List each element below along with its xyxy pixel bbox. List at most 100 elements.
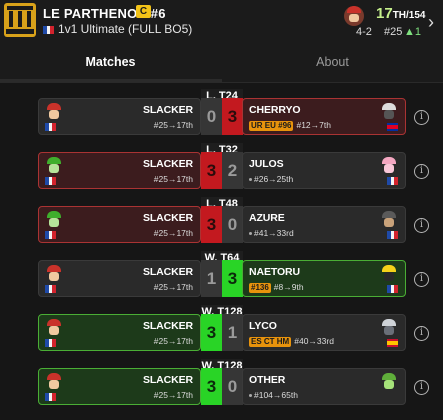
tab-matches[interactable]: Matches	[0, 44, 221, 82]
character-icon-mario	[45, 373, 63, 391]
info-icon[interactable]: i	[414, 272, 429, 287]
opponent-seed-line: UR EU #96 #12→7th	[249, 120, 331, 131]
seed-change: ▲1	[404, 26, 422, 38]
character-icon-mario	[45, 103, 63, 121]
character-icon-cloud	[380, 319, 398, 337]
player-name: SLACKER	[142, 158, 193, 170]
player-score: 3	[201, 368, 222, 405]
player-card: SLACKER #25→17th	[38, 260, 201, 297]
tournament-header: LE PARTHENON #6 C 1v1 Ultimate (FULL BO5…	[0, 0, 443, 44]
france-flag-icon	[45, 177, 57, 185]
opponent-score: 0	[222, 368, 243, 405]
france-flag-icon	[45, 393, 57, 401]
player-card: SLACKER #25→17th	[38, 368, 201, 405]
player-seed-line: #25→17th	[153, 282, 193, 292]
win-loss-record: 4-2	[356, 26, 372, 38]
player-name: SLACKER	[142, 266, 193, 278]
player-score: 0	[201, 98, 222, 135]
player-name: SLACKER	[142, 212, 193, 224]
info-icon[interactable]: i	[414, 164, 429, 179]
player-name: SLACKER	[142, 320, 193, 332]
player-card: SLACKER #25→17th	[38, 206, 201, 243]
player-name: SLACKER	[142, 374, 193, 386]
player-seed-line: #25→17th	[153, 390, 193, 400]
match-row[interactable]: W. T128 SLACKER #25→17th 3 0 OTHER #104→…	[0, 359, 443, 409]
match-row[interactable]: L. T48 SLACKER #25→17th 3 0 AZURE #41→33…	[0, 197, 443, 247]
opponent-seed-line: #136 #8→9th	[249, 282, 304, 293]
character-icon-yoshi	[45, 211, 63, 229]
match-row[interactable]: L. T32 SLACKER #25→17th 3 2 JULOS #26→25…	[0, 143, 443, 193]
opponent-card: OTHER #104→65th	[242, 368, 406, 405]
character-icon-pikachu	[380, 265, 398, 283]
tab-bar: Matches About	[0, 44, 443, 82]
opponent-name: NAETORU	[249, 266, 301, 278]
opponent-tag: UR EU #96	[249, 121, 294, 131]
player-avatar	[344, 6, 364, 26]
opponent-name: LYCO	[249, 320, 277, 332]
divider	[0, 82, 443, 83]
character-icon-random	[380, 373, 398, 391]
player-card: SLACKER #25→17th	[38, 152, 201, 189]
match-row[interactable]: L. T24 SLACKER #25→17th 0 3 CHERRYO UR E…	[0, 89, 443, 139]
opponent-card: JULOS #26→25th	[242, 152, 406, 189]
seed: #25	[384, 26, 403, 38]
player-name: SLACKER	[142, 104, 193, 116]
spain-flag-icon	[387, 339, 398, 347]
opponent-seed-line: #26→25th	[249, 174, 293, 184]
opponent-tag: #136	[249, 283, 271, 293]
placement: 17TH/154	[376, 5, 426, 22]
match-row[interactable]: W. T64 SLACKER #25→17th 1 3 NAETORU #136…	[0, 251, 443, 301]
opponent-name: AZURE	[249, 212, 285, 224]
tier-badge: C	[136, 5, 151, 18]
character-icon-mario	[45, 265, 63, 283]
character-icon-mario	[45, 319, 63, 337]
france-flag-icon	[45, 123, 57, 131]
match-row[interactable]: W. T128 SLACKER #25→17th 3 1 LYCO ES CT …	[0, 305, 443, 355]
opponent-seed-line: ES CT HM #40→33rd	[249, 336, 334, 347]
opponent-score: 2	[222, 152, 243, 189]
character-icon-sonic	[380, 103, 398, 121]
tab-about[interactable]: About	[222, 44, 443, 82]
france-flag-icon	[45, 339, 57, 347]
opponent-card: NAETORU #136 #8→9th	[242, 260, 406, 297]
player-score: 1	[201, 260, 222, 297]
france-flag-icon	[45, 285, 57, 293]
player-seed-line: #25→17th	[153, 174, 193, 184]
france-flag-icon	[45, 231, 57, 239]
chevron-right-icon[interactable]: ›	[428, 12, 434, 33]
player-score: 3	[201, 152, 222, 189]
player-card: SLACKER #25→17th	[38, 314, 201, 351]
opponent-seed-line: #41→33rd	[249, 228, 294, 238]
tournament-logo	[4, 3, 36, 37]
character-icon-yoshi	[45, 157, 63, 175]
opponent-seed-line: #104→65th	[249, 390, 298, 400]
player-score: 3	[201, 314, 222, 351]
player-seed-line: #25→17th	[153, 228, 193, 238]
france-flag-icon	[387, 231, 399, 239]
france-flag-icon	[387, 285, 399, 293]
france-flag-icon	[387, 177, 399, 185]
opponent-score: 3	[222, 98, 243, 135]
info-icon[interactable]: i	[414, 110, 429, 125]
opponent-score: 1	[222, 314, 243, 351]
info-icon[interactable]: i	[414, 326, 429, 341]
opponent-name: JULOS	[249, 158, 284, 170]
player-card: SLACKER #25→17th	[38, 98, 201, 135]
info-icon[interactable]: i	[414, 380, 429, 395]
opponent-name: OTHER	[249, 374, 286, 386]
france-flag-icon	[43, 26, 55, 34]
opponent-card: AZURE #41→33rd	[242, 206, 406, 243]
opponent-card: CHERRYO UR EU #96 #12→7th	[242, 98, 406, 135]
player-seed-line: #25→17th	[153, 120, 193, 130]
player-score: 3	[201, 206, 222, 243]
opponent-score: 0	[222, 206, 243, 243]
cambodia-flag-icon	[387, 123, 398, 131]
character-icon-snake	[380, 211, 398, 229]
opponent-score: 3	[222, 260, 243, 297]
opponent-tag: ES CT HM	[249, 337, 292, 347]
event-name: 1v1 Ultimate (FULL BO5)	[58, 22, 193, 36]
character-icon-jigglypuff	[380, 157, 398, 175]
info-icon[interactable]: i	[414, 218, 429, 233]
opponent-name: CHERRYO	[249, 104, 301, 116]
player-seed-line: #25→17th	[153, 336, 193, 346]
